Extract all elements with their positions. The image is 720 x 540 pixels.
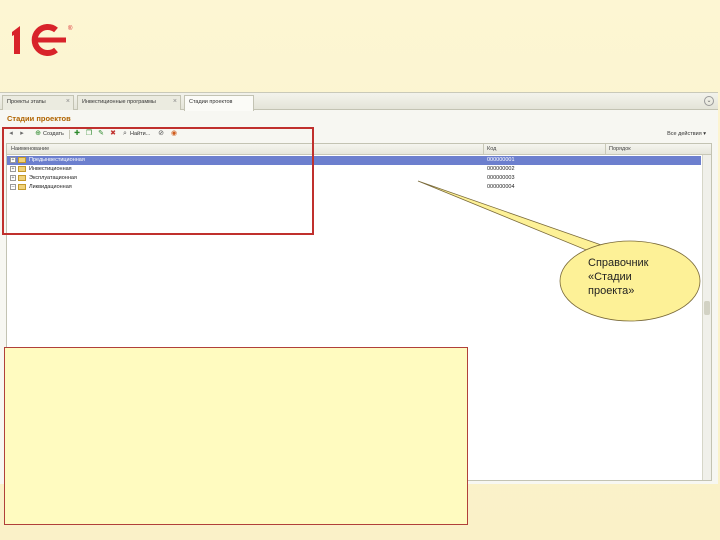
close-icon[interactable]: × [173, 98, 177, 105]
tab-label: Проекты этапы [7, 99, 46, 105]
tab-project-stages[interactable]: Стадии проектов [184, 95, 254, 111]
callout-line-1: Справочник [588, 257, 649, 269]
callout-line-3: проекта» [588, 285, 635, 297]
scrollbar-thumb[interactable] [704, 301, 710, 315]
all-actions-label: Все действия [667, 131, 702, 137]
row-code: 000000003 [487, 175, 515, 181]
page-title: Стадии проектов [7, 114, 71, 123]
callout-line-2: «Стадии [588, 271, 632, 283]
highlight-frame [2, 127, 314, 235]
all-actions-button[interactable]: Все действия ▾ [667, 131, 706, 137]
callout-text: Справочник «Стадии проекта» [588, 256, 688, 298]
registered-mark: ® [68, 25, 73, 32]
row-code: 000000001 [487, 157, 515, 163]
tab-label: Стадии проектов [189, 99, 233, 105]
note-box [4, 347, 468, 525]
row-code: 000000002 [487, 166, 515, 172]
tab-investment-programs[interactable]: Инвестиционные программы × [77, 95, 181, 110]
chevron-down-icon[interactable]: ⌄ [704, 96, 714, 106]
close-icon[interactable]: × [66, 98, 70, 105]
row-code: 000000004 [487, 184, 515, 190]
vertical-scrollbar[interactable] [702, 155, 711, 480]
column-divider [483, 144, 484, 155]
tab-projects-stages[interactable]: Проекты этапы × [2, 95, 74, 110]
1c-logo: ® [12, 24, 73, 56]
column-divider [605, 144, 606, 155]
tab-bar: Проекты этапы × Инвестиционные программы… [0, 93, 718, 111]
column-header-order[interactable]: Порядок [609, 146, 631, 152]
tab-label: Инвестиционные программы [82, 99, 156, 105]
column-header-code[interactable]: Код [487, 146, 496, 152]
